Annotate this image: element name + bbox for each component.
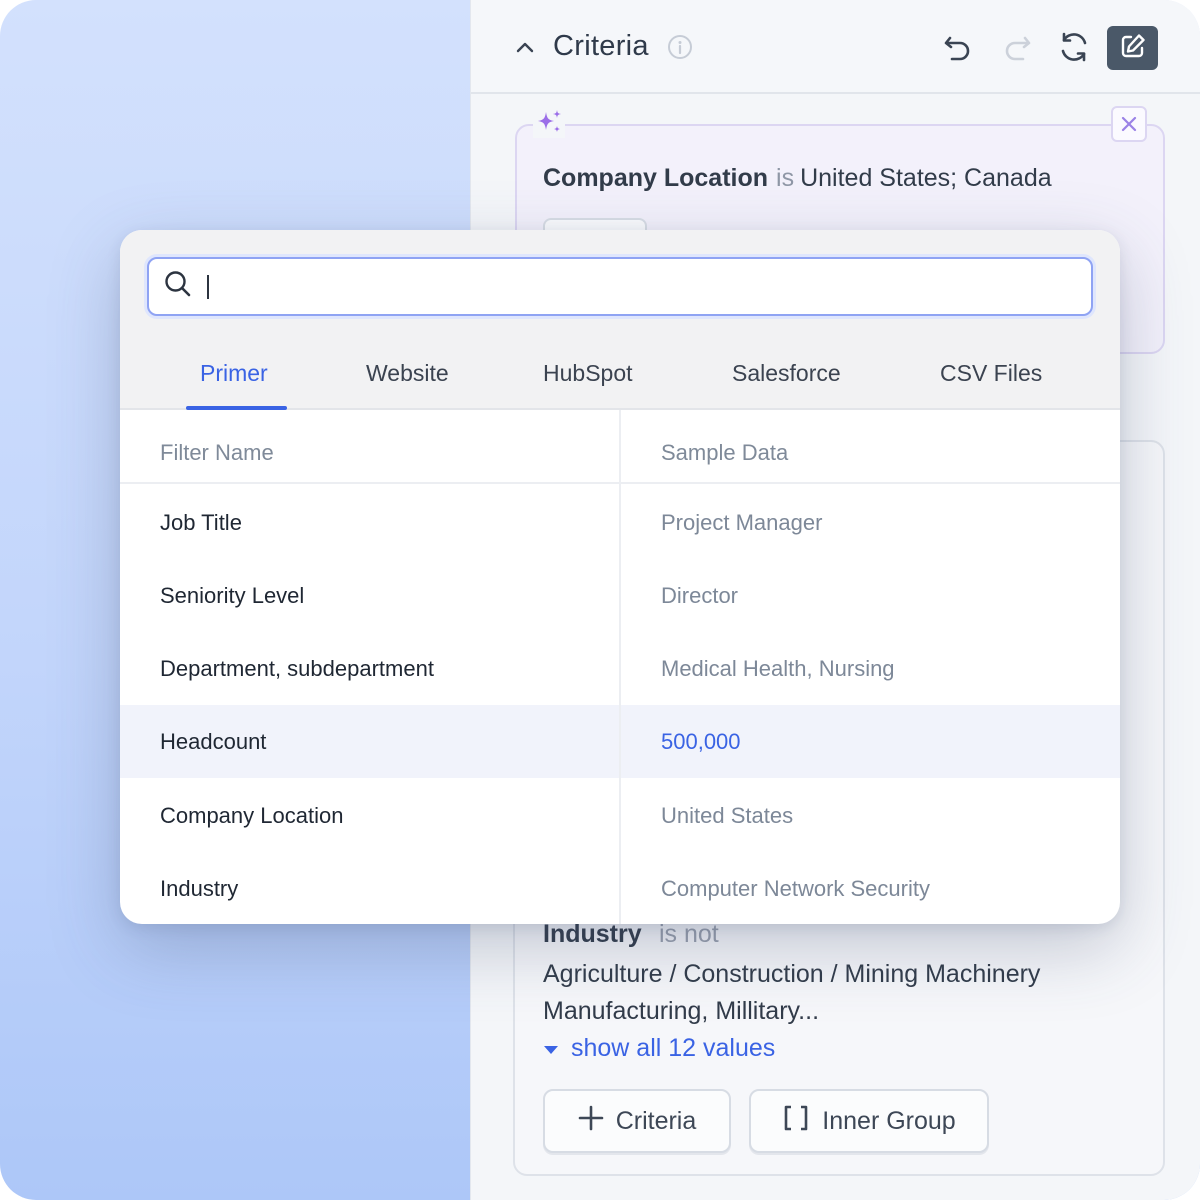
tab-website[interactable]: Website (366, 360, 449, 387)
edit-icon (1118, 31, 1148, 66)
rule-field: Company Location (543, 164, 769, 192)
app-canvas: Criteria Company Location is United Stat… (0, 0, 1200, 1200)
search-input[interactable] (221, 272, 1091, 301)
tab-primer[interactable]: Primer (200, 360, 268, 387)
filter-name: Industry (160, 876, 239, 901)
refresh-icon[interactable] (1055, 28, 1093, 66)
sample-data: Director (661, 583, 739, 608)
rule-company-location[interactable]: Company Location is United States; Canada (543, 164, 1052, 193)
filter-table: Filter Name Sample Data Job Title Projec… (120, 410, 1120, 924)
source-tabs: Primer Website HubSpot Salesforce CSV Fi… (120, 348, 1120, 410)
show-all-values-link[interactable]: show all 12 values (543, 1034, 775, 1063)
sample-data: Project Manager (661, 510, 823, 535)
filter-name: Headcount (160, 729, 267, 754)
show-all-label: show all 12 values (571, 1034, 776, 1062)
rule-operator: is (776, 164, 795, 192)
criteria-header: Criteria (471, 0, 1200, 94)
text-cursor (207, 274, 209, 299)
redo-icon[interactable] (998, 28, 1036, 66)
rule-value: Agriculture / Construction / Mining Mach… (543, 960, 1041, 1025)
chevron-up-icon[interactable] (513, 36, 537, 60)
undo-icon[interactable] (939, 28, 977, 66)
tab-salesforce[interactable]: Salesforce (732, 360, 841, 387)
column-header-sample-data: Sample Data (661, 440, 789, 465)
filter-name: Company Location (160, 803, 344, 828)
rule-field: Industry (543, 920, 642, 948)
column-header-filter-name: Filter Name (160, 440, 274, 465)
close-icon[interactable] (1111, 106, 1147, 142)
search-icon (163, 269, 193, 304)
filter-name: Seniority Level (160, 583, 305, 608)
sample-data: Medical Health, Nursing (661, 656, 895, 681)
search-box[interactable] (147, 257, 1093, 316)
sample-data: 500,000 (661, 729, 741, 754)
sparkle-icon (533, 106, 565, 138)
plus-icon (578, 1105, 604, 1138)
add-criteria-button[interactable]: Criteria (543, 1089, 731, 1153)
brackets-icon (782, 1104, 810, 1139)
sample-data: Computer Network Security (661, 876, 930, 901)
filter-name: Department, subdepartment (160, 656, 434, 681)
tab-hubspot[interactable]: HubSpot (543, 360, 633, 387)
popup-header: Primer Website HubSpot Salesforce CSV Fi… (120, 230, 1120, 410)
criteria-title: Criteria (553, 30, 649, 62)
filter-picker-popup: Primer Website HubSpot Salesforce CSV Fi… (120, 230, 1120, 924)
add-criteria-label: Criteria (615, 1106, 697, 1135)
column-divider (619, 410, 621, 924)
sample-data: United States (661, 803, 794, 828)
filter-name: Job Title (160, 510, 242, 535)
tab-csv-files[interactable]: CSV Files (940, 360, 1042, 387)
rule-operator: is not (659, 920, 719, 948)
inner-group-label: Inner Group (822, 1106, 956, 1135)
add-inner-group-button[interactable]: Inner Group (749, 1089, 989, 1153)
info-icon[interactable] (667, 34, 693, 60)
rule-value: United States; Canada (800, 164, 1052, 192)
edit-button[interactable] (1107, 26, 1158, 70)
caret-down-icon (543, 1034, 559, 1063)
